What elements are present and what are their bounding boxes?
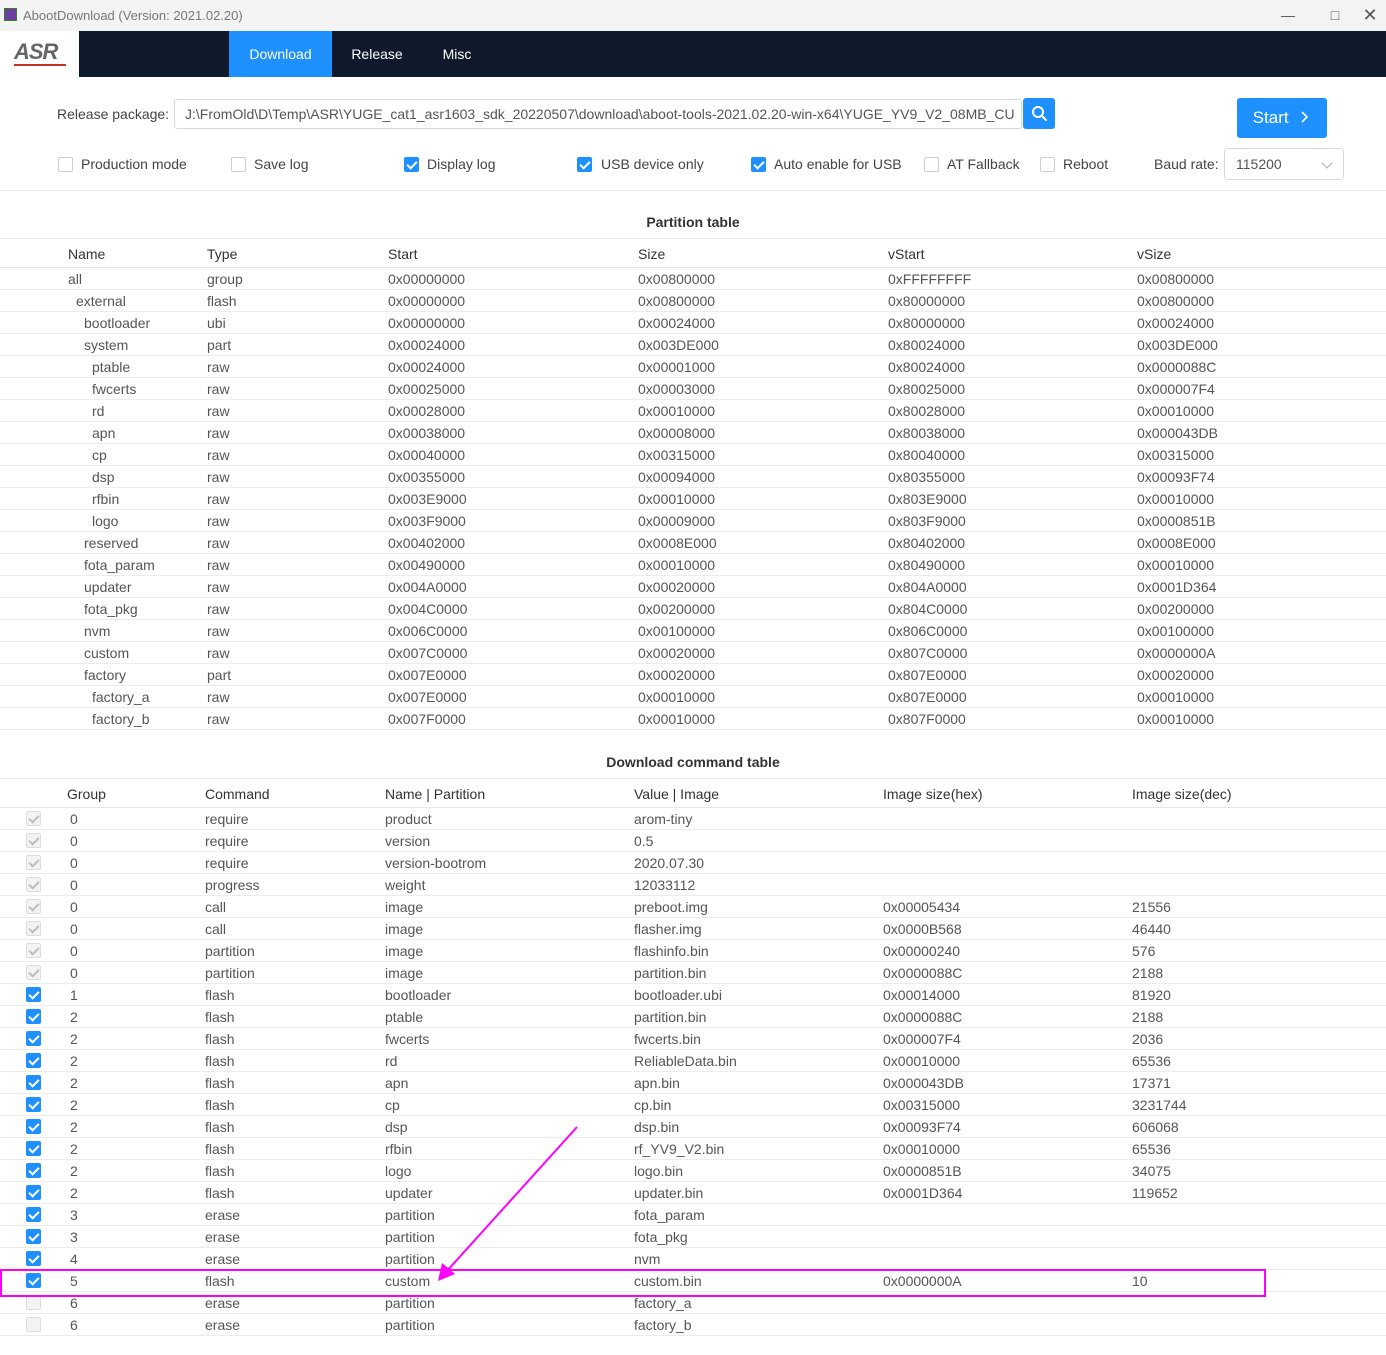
annotation-arrow — [438, 1126, 578, 1281]
